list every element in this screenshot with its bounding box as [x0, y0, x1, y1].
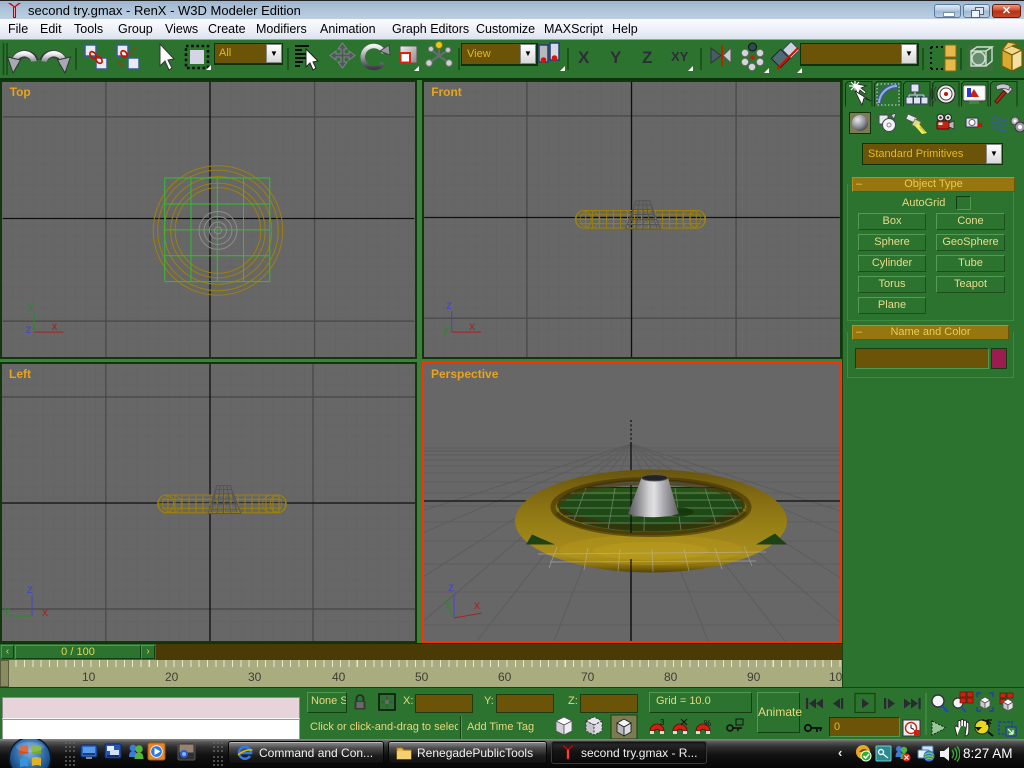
svg-text:Front: Front	[431, 85, 462, 99]
svg-text:x: x	[42, 605, 48, 619]
svg-text:x: x	[469, 319, 475, 333]
svg-text:3: 3	[660, 718, 665, 727]
svg-text:Top: Top	[10, 85, 31, 99]
svg-text:Z: Z	[642, 48, 652, 67]
svg-text:z: z	[446, 298, 452, 312]
svg-text:X: X	[578, 48, 590, 67]
svg-text:XY: XY	[671, 49, 689, 64]
svg-text:y: y	[28, 298, 34, 312]
svg-text:y: y	[4, 603, 10, 617]
svg-text:z: z	[448, 580, 454, 594]
svg-text:z: z	[26, 322, 32, 336]
svg-text:%: %	[704, 719, 711, 728]
svg-text:Left: Left	[9, 367, 31, 381]
svg-text:Y: Y	[610, 48, 622, 67]
svg-text:x: x	[52, 319, 58, 333]
svg-text:y: y	[443, 322, 449, 336]
svg-text:z: z	[27, 582, 33, 596]
svg-text:x: x	[474, 598, 480, 612]
svg-text:Perspective: Perspective	[431, 367, 499, 381]
